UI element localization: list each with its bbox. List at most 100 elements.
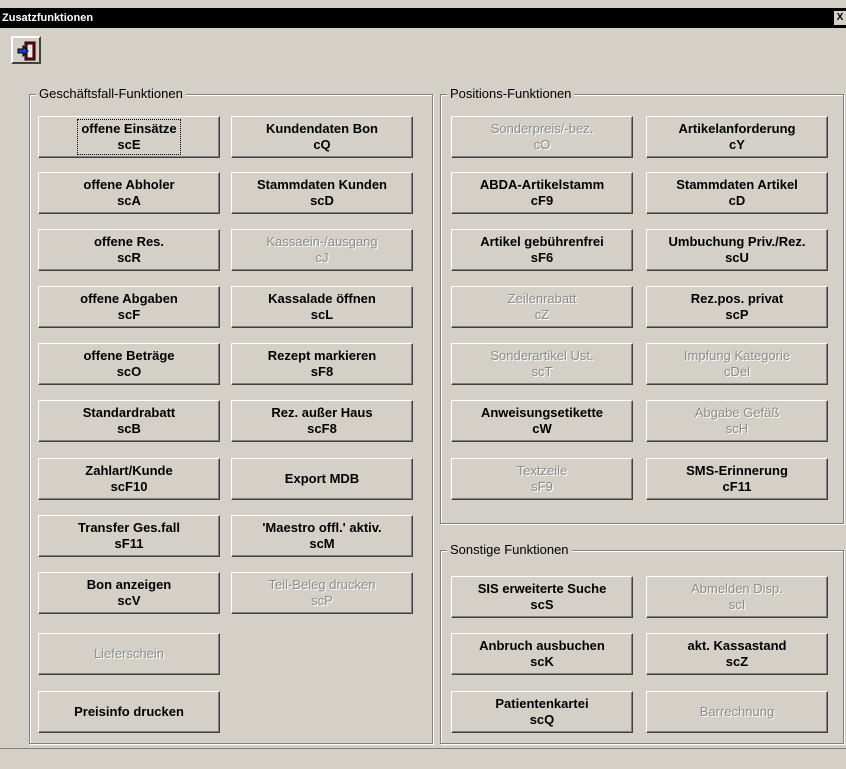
button-shortcut: scH <box>725 421 749 436</box>
button-shortcut: sF6 <box>530 250 554 265</box>
button-label: Barrechnung <box>699 704 775 719</box>
button-shortcut: scV <box>117 593 141 608</box>
sonderpreis-button[interactable]: Sonderpreis/-bez. cO <box>451 116 633 158</box>
button-label: Kassalade öffnen <box>268 291 376 306</box>
button-label: offene Abgaben <box>80 291 178 306</box>
button-shortcut: scI <box>728 597 746 612</box>
button-shortcut: scE <box>117 137 141 152</box>
button-shortcut: scT <box>531 364 553 379</box>
offene-res-button[interactable]: offene Res. scR <box>38 229 220 271</box>
button-shortcut: scQ <box>529 712 555 727</box>
window-title: Zusatzfunktionen <box>2 12 94 24</box>
button-shortcut: scL <box>310 307 334 322</box>
button-label: SMS-Erinnerung <box>686 463 788 478</box>
kundendaten-bon-button[interactable]: Kundendaten Bon cQ <box>231 116 413 158</box>
zeilenrabatt-button[interactable]: Zeilenrabatt cZ <box>451 286 633 328</box>
button-shortcut: scM <box>309 536 335 551</box>
umbuchung-button[interactable]: Umbuchung Priv./Rez. scU <box>646 229 828 271</box>
button-label: Rez. außer Haus <box>271 405 373 420</box>
button-label: Transfer Ges.fall <box>78 520 180 535</box>
anweisungsetikette-button[interactable]: Anweisungsetikette cW <box>451 400 633 442</box>
button-label: Abgabe Gefäß <box>694 405 780 420</box>
button-shortcut: scF <box>117 307 141 322</box>
impfung-kategorie-button[interactable]: Impfung Kategorie cDel <box>646 343 828 385</box>
rezpos-privat-button[interactable]: Rez.pos. privat scP <box>646 286 828 328</box>
button-label: Kundendaten Bon <box>266 121 378 136</box>
abgabe-gefaess-button[interactable]: Abgabe Gefäß scH <box>646 400 828 442</box>
button-label: Zeilenrabatt <box>507 291 577 306</box>
maestro-offl-button[interactable]: 'Maestro offl.' aktiv. scM <box>231 515 413 557</box>
button-shortcut: scP <box>311 593 333 608</box>
standardrabatt-button[interactable]: Standardrabatt scB <box>38 400 220 442</box>
sis-erweiterte-suche-button[interactable]: SIS erweiterte Suche scS <box>451 576 633 618</box>
artikel-gebuehrenfrei-button[interactable]: Artikel gebührenfrei sF6 <box>451 229 633 271</box>
kassalade-oeffnen-button[interactable]: Kassalade öffnen scL <box>231 286 413 328</box>
offene-abholer-button[interactable]: offene Abholer scA <box>38 172 220 214</box>
button-label: Teil-Beleg drucken <box>268 577 376 592</box>
bon-anzeigen-button[interactable]: Bon anzeigen scV <box>38 572 220 614</box>
button-shortcut: scZ <box>725 654 749 669</box>
teil-beleg-drucken-button[interactable]: Teil-Beleg drucken scP <box>231 572 413 614</box>
button-label: Kassaein-/ausgang <box>266 234 378 249</box>
close-button[interactable]: X <box>834 11 846 25</box>
button-label: 'Maestro offl.' aktiv. <box>262 520 382 535</box>
button-label: offene Beträge <box>83 348 175 363</box>
button-shortcut: cO <box>533 137 551 152</box>
button-label: Stammdaten Kunden <box>256 177 387 192</box>
sms-erinnerung-button[interactable]: SMS-Erinnerung cF11 <box>646 458 828 500</box>
offene-abgaben-button[interactable]: offene Abgaben scF <box>38 286 220 328</box>
button-shortcut: scD <box>310 193 334 208</box>
button-label: Rez.pos. privat <box>690 291 784 306</box>
button-shortcut: scA <box>117 193 141 208</box>
button-label: Preisinfo drucken <box>74 704 184 719</box>
exit-button[interactable] <box>11 36 41 64</box>
button-shortcut: sF8 <box>310 364 334 379</box>
rez-ausser-haus-button[interactable]: Rez. außer Haus scF8 <box>231 400 413 442</box>
button-label: Anweisungsetikette <box>480 405 604 420</box>
anbruch-ausbuchen-button[interactable]: Anbruch ausbuchen scK <box>451 633 633 675</box>
preisinfo-drucken-button[interactable]: Preisinfo drucken <box>38 691 220 733</box>
rezept-markieren-button[interactable]: Rezept markieren sF8 <box>231 343 413 385</box>
button-label: offene Einsätze <box>81 121 177 136</box>
barrechnung-button[interactable]: Barrechnung <box>646 691 828 733</box>
group-label-sonstige: Sonstige Funktionen <box>447 542 572 558</box>
button-label: Lieferschein <box>93 646 165 661</box>
button-label: Patientenkartei <box>495 696 589 711</box>
transfer-gesfall-button[interactable]: Transfer Ges.fall sF11 <box>38 515 220 557</box>
akt-kassastand-button[interactable]: akt. Kassastand scZ <box>646 633 828 675</box>
sonderartikel-button[interactable]: Sonderartikel Ust. scT <box>451 343 633 385</box>
button-label: Zahlart/Kunde <box>85 463 173 478</box>
zahlart-kunde-button[interactable]: Zahlart/Kunde scF10 <box>38 458 220 500</box>
button-shortcut: cF9 <box>530 193 554 208</box>
abmelden-disp-button[interactable]: Abmelden Disp. scI <box>646 576 828 618</box>
button-label: offene Abholer <box>83 177 175 192</box>
group-label-geschaeftsfall: Geschäftsfall-Funktionen <box>36 86 186 102</box>
zusatzfunktionen-window: Zusatzfunktionen X Geschäftsfall-Funktio… <box>0 0 846 769</box>
stammdaten-artikel-button[interactable]: Stammdaten Artikel cD <box>646 172 828 214</box>
button-label: Bon anzeigen <box>86 577 172 592</box>
button-shortcut: cW <box>532 421 552 436</box>
button-shortcut: scF10 <box>110 479 148 494</box>
offene-einsaetze-button[interactable]: offene Einsätze scE <box>38 116 220 158</box>
button-label: Standardrabatt <box>82 405 176 420</box>
lieferschein-button[interactable]: Lieferschein <box>38 633 220 675</box>
button-shortcut: cY <box>729 137 745 152</box>
button-shortcut: scK <box>530 654 554 669</box>
kassaein-ausgang-button[interactable]: Kassaein-/ausgang cJ <box>231 229 413 271</box>
button-shortcut: scO <box>116 364 142 379</box>
export-mdb-button[interactable]: Export MDB <box>231 458 413 500</box>
textzeile-button[interactable]: Textzeile sF9 <box>451 458 633 500</box>
button-shortcut: cZ <box>534 307 550 322</box>
artikelanforderung-button[interactable]: Artikelanforderung cY <box>646 116 828 158</box>
stammdaten-kunden-button[interactable]: Stammdaten Kunden scD <box>231 172 413 214</box>
patientenkartei-button[interactable]: Patientenkartei scQ <box>451 691 633 733</box>
button-shortcut: scR <box>117 250 141 265</box>
button-shortcut: sF9 <box>531 479 553 494</box>
abda-artikelstamm-button[interactable]: ABDA-Artikelstamm cF9 <box>451 172 633 214</box>
status-divider <box>0 748 846 749</box>
button-label: Rezept markieren <box>267 348 377 363</box>
button-shortcut: cF11 <box>722 479 752 494</box>
offene-betraege-button[interactable]: offene Beträge scO <box>38 343 220 385</box>
button-label: Artikelanforderung <box>678 121 796 136</box>
button-label: Export MDB <box>284 471 360 486</box>
